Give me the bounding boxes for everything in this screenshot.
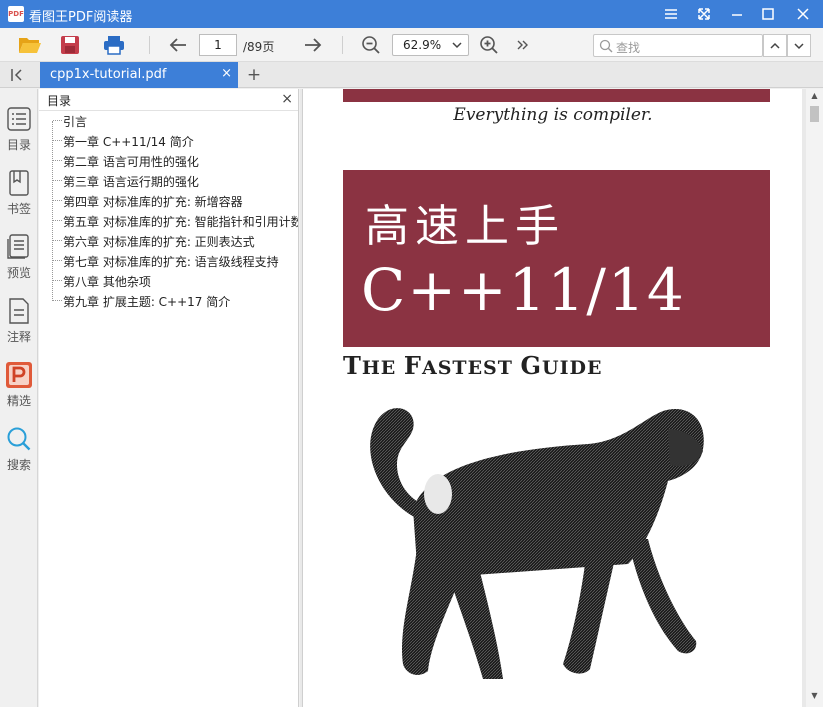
collapse-left-icon [11,69,22,81]
fullscreen-button[interactable] [688,0,720,28]
cover-subtitle: THE FASTEST GUIDE [343,351,603,380]
cover-tagline: Everything is compiler. [453,105,653,125]
rail-item-preview[interactable]: 预览 [0,233,38,289]
note-icon [9,298,29,324]
zoom-select[interactable]: 62.9% [392,34,469,56]
toolbar-separator [149,36,150,54]
page-number-input[interactable]: 1 [199,34,237,56]
rail-item-featured[interactable]: 精选 [0,361,38,417]
toolbar-separator [342,36,343,54]
print-icon [104,36,124,55]
search-icon [599,39,613,53]
rail-label: 书签 [6,202,31,216]
scroll-down-icon[interactable]: ▼ [806,691,823,705]
collapse-sidebar-button[interactable] [4,65,32,85]
zoom-in-icon [480,36,498,54]
rail-item-search[interactable]: 搜索 [0,425,38,481]
folder-open-icon [19,38,41,53]
cover-title-box: 高速上手 C++11/14 [343,170,770,347]
side-rail: 目录 书签 预览 注释 精选 搜索 [0,89,38,707]
rail-label: 目录 [6,138,31,152]
pdf-page: Everything is compiler. 高速上手 C++11/14 TH… [302,89,802,707]
rail-label: 精选 [6,394,31,408]
print-button[interactable] [101,33,127,57]
page-total-label: /89页 [243,40,275,54]
zoom-out-button[interactable] [358,33,384,57]
tab-close-icon[interactable]: × [221,66,232,81]
menu-icon [665,9,677,19]
tab-bar: cpp1x-tutorial.pdf × + [0,62,823,88]
scroll-up-icon[interactable]: ▲ [806,91,823,105]
app-logo-icon: PDF [8,6,24,22]
search-icon [7,427,31,451]
save-icon [61,36,79,54]
tree-guide-line [52,121,53,301]
chevron-down-icon [452,42,462,49]
zoom-out-icon [362,36,380,54]
document-viewer[interactable]: Everything is compiler. 高速上手 C++11/14 TH… [300,89,823,707]
bookmark-icon [9,170,29,196]
maximize-icon [762,8,774,20]
cover-title-cpp: C++11/14 [361,256,686,324]
search-next-button[interactable] [787,34,811,57]
window-title: 看图王PDF阅读器 [29,10,133,25]
search-prev-button[interactable] [763,34,787,57]
fullscreen-icon [698,8,710,20]
cover-top-strip [343,89,770,102]
rail-item-annotations[interactable]: 注释 [0,297,38,353]
outline-title: 目录 [47,94,72,108]
search-input[interactable]: 查找 [593,34,763,57]
next-page-button[interactable] [300,33,326,57]
outline-close-icon[interactable]: × [281,91,293,107]
featured-p-icon [6,362,32,388]
close-icon [797,8,809,20]
menu-button[interactable] [655,0,687,28]
search-placeholder: 查找 [616,41,641,55]
prev-page-button[interactable] [165,33,191,57]
vertical-scrollbar[interactable]: ▲ ▼ [806,89,823,707]
maximize-button[interactable] [752,0,784,28]
outline-panel: 目录 × 引言 第一章 C++11/14 简介 第二章 语言可用性的强化 第三章… [39,89,299,707]
title-bar: PDF 看图王PDF阅读器 [0,0,823,28]
tab-document[interactable]: cpp1x-tutorial.pdf × [40,62,238,88]
rail-item-outline[interactable]: 目录 [0,105,38,161]
outline-header: 目录 × [39,89,298,111]
pages-icon [7,234,29,259]
open-button[interactable] [17,33,43,57]
toolbar: 1 /89页 62.9% 查找 [0,28,823,62]
chevron-up-icon [770,42,780,49]
save-button[interactable] [57,33,83,57]
baboon-illustration [370,408,704,679]
double-chevron-right-icon [517,40,528,50]
scroll-thumb[interactable] [810,106,819,122]
rail-label: 搜索 [6,458,31,472]
more-tools-button[interactable] [509,33,535,57]
minimize-button[interactable] [721,0,753,28]
cover-title-cn: 高速上手 [365,201,565,252]
add-tab-button[interactable]: + [244,64,264,86]
zoom-in-button[interactable] [476,33,502,57]
chevron-down-icon [794,42,804,49]
close-button[interactable] [787,0,819,28]
zoom-value: 62.9% [403,38,442,52]
arrow-left-icon [169,38,186,52]
rail-label: 注释 [6,330,31,344]
rail-label: 预览 [6,266,31,280]
minimize-icon [732,14,742,16]
arrow-right-icon [305,38,322,52]
list-icon [7,107,31,131]
tab-label: cpp1x-tutorial.pdf [50,67,167,82]
rail-item-bookmarks[interactable]: 书签 [0,169,38,225]
